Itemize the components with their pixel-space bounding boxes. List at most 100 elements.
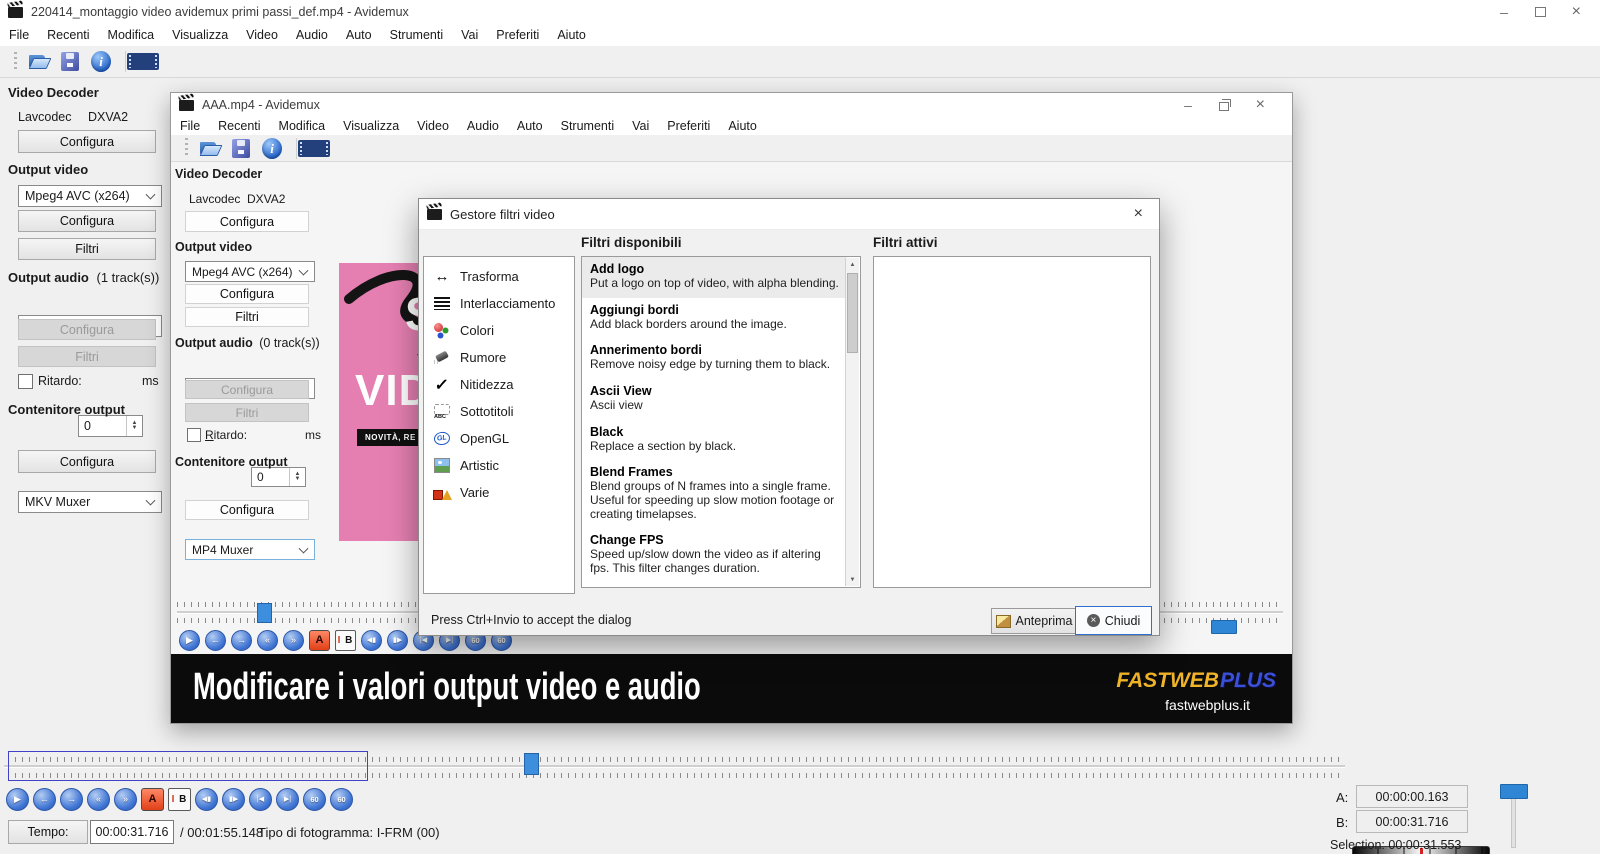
filter-category[interactable]: Rumore [424,344,574,371]
volume-track[interactable] [1511,798,1516,848]
filter-category[interactable]: Artistic [424,452,574,479]
filter-category[interactable]: Varie [424,479,574,506]
frame-ib-button[interactable]: I B [168,788,191,811]
outer-container-configure-button[interactable]: Configura [18,450,156,473]
stepper-arrows-icon[interactable]: ▲▼ [126,416,142,436]
menu-item[interactable]: Vai [623,119,658,133]
open-icon[interactable] [28,51,50,72]
main-timeline-handle[interactable] [524,753,539,775]
scrollbar-thumb[interactable] [847,273,858,353]
menu-item[interactable]: Modifica [270,119,335,133]
filter-entry[interactable]: Aggiungi bordi Add black borders around … [582,298,847,339]
first-frame-button[interactable]: |◀ [249,788,272,811]
stepper-arrows-icon[interactable]: ▲▼ [289,468,305,486]
menu-item[interactable]: File [171,119,209,133]
goto-black-prev-button[interactable]: ◀▮ [361,630,382,651]
outer-video-configure-button[interactable]: Configura [18,210,156,232]
outer-delay-checkbox[interactable] [18,374,33,389]
minimize-button[interactable] [1170,93,1206,117]
scrollbar-down-icon[interactable]: ▼ [846,573,859,586]
outer-container-select[interactable]: MKV Muxer [18,491,162,513]
tempo-button[interactable]: Tempo: [8,820,88,844]
menu-item[interactable]: Video [408,119,458,133]
inner-video-codec-select[interactable]: Mpeg4 AVC (x264) [185,261,315,282]
scrollbar[interactable]: ▲ ▼ [845,258,859,586]
outer-delay-stepper[interactable]: 0 ▲▼ [78,415,143,437]
open-icon[interactable] [199,138,221,159]
outer-video-filters-button[interactable]: Filtri [18,238,156,260]
volume-slider[interactable] [1211,620,1237,634]
outer-decoder-configure-button[interactable]: Configura [18,130,156,153]
filter-category[interactable]: Nitidezza [424,371,574,398]
forward-one-frame-button[interactable]: → [60,788,83,811]
info-icon[interactable] [90,51,112,72]
forward-one-frame-button[interactable]: → [231,630,252,651]
inner-video-configure-button[interactable]: Configura [185,284,309,304]
mark-a-button[interactable]: A [309,630,330,651]
menu-item[interactable]: Auto [508,119,552,133]
filter-entry[interactable]: Add logo Put a logo on top of video, wit… [582,257,847,298]
filters-icon[interactable] [125,51,160,72]
mark-a-button[interactable]: A [141,788,164,811]
filter-category[interactable]: Trasforma [424,263,574,290]
menu-item[interactable]: Preferiti [487,28,548,42]
last-frame-button[interactable]: ▶| [276,788,299,811]
menu-item[interactable]: Recenti [38,28,98,42]
main-volume-slider[interactable] [1500,784,1528,799]
restore-button[interactable] [1206,93,1242,117]
current-time-field[interactable]: 00:00:31.716 [90,820,174,844]
play-button[interactable]: ▶ [179,630,200,651]
close-button[interactable] [1558,0,1594,24]
mark-b-field[interactable]: 00:00:31.716 [1356,810,1468,833]
play-button[interactable]: ▶ [6,788,29,811]
menu-item[interactable]: Aiuto [719,119,766,133]
maximize-button[interactable] [1522,0,1558,24]
inner-delay-checkbox[interactable] [187,428,201,442]
prev-intra-frame-button[interactable]: « [87,788,110,811]
menu-item[interactable]: Strumenti [552,119,624,133]
menu-item[interactable]: Audio [287,28,337,42]
menu-item[interactable]: Strumenti [381,28,453,42]
filter-entry[interactable]: Blend Frames Blend groups of N frames in… [582,460,847,528]
info-icon[interactable] [261,138,283,159]
inner-container-select[interactable]: MP4 Muxer [185,539,315,560]
filter-category[interactable]: Colori [424,317,574,344]
inner-container-configure-button[interactable]: Configura [185,500,309,520]
forward-60s-button[interactable]: 60 [330,788,353,811]
menu-item[interactable]: Preferiti [658,119,719,133]
selection-region[interactable] [8,751,368,781]
goto-black-next-button[interactable]: ▮▶ [387,630,408,651]
filter-category[interactable]: Interlacciamento [424,290,574,317]
filter-entry[interactable]: Change FPS Speed up/slow down the video … [582,528,847,582]
filter-entry[interactable]: Black Replace a section by black. [582,420,847,461]
back-one-frame-button[interactable]: ← [33,788,56,811]
outer-video-codec-select[interactable]: Mpeg4 AVC (x264) [18,185,162,207]
close-button[interactable] [1242,93,1278,117]
menu-item[interactable]: Recenti [209,119,269,133]
timeline-handle[interactable] [257,603,272,623]
save-icon[interactable] [230,138,252,159]
preview-button[interactable]: Anteprima [991,608,1077,634]
menu-item[interactable]: File [0,28,38,42]
close-dialog-button[interactable]: Chiudi [1075,606,1152,635]
goto-black-prev-button[interactable]: ◀▮ [195,788,218,811]
prev-intra-frame-button[interactable]: « [257,630,278,651]
filter-category[interactable]: Sottotitoli [424,398,574,425]
back-one-frame-button[interactable]: ← [205,630,226,651]
next-intra-frame-button[interactable]: » [114,788,137,811]
frame-ib-button[interactable]: I B [335,630,356,651]
back-60s-button[interactable]: 60 [303,788,326,811]
mark-a-field[interactable]: 00:00:00.163 [1356,785,1468,808]
active-filters-list[interactable] [873,256,1151,588]
menu-item[interactable]: Vai [452,28,487,42]
goto-black-next-button[interactable]: ▮▶ [222,788,245,811]
save-icon[interactable] [59,51,81,72]
menu-item[interactable]: Video [237,28,287,42]
filter-entry[interactable]: Ascii View Ascii view [582,379,847,420]
filter-category[interactable]: OpenGL [424,425,574,452]
menu-item[interactable]: Auto [337,28,381,42]
menu-item[interactable]: Audio [458,119,508,133]
minimize-button[interactable] [1486,0,1522,24]
menu-item[interactable]: Aiuto [548,28,595,42]
filter-entry[interactable]: Crop [582,583,847,588]
